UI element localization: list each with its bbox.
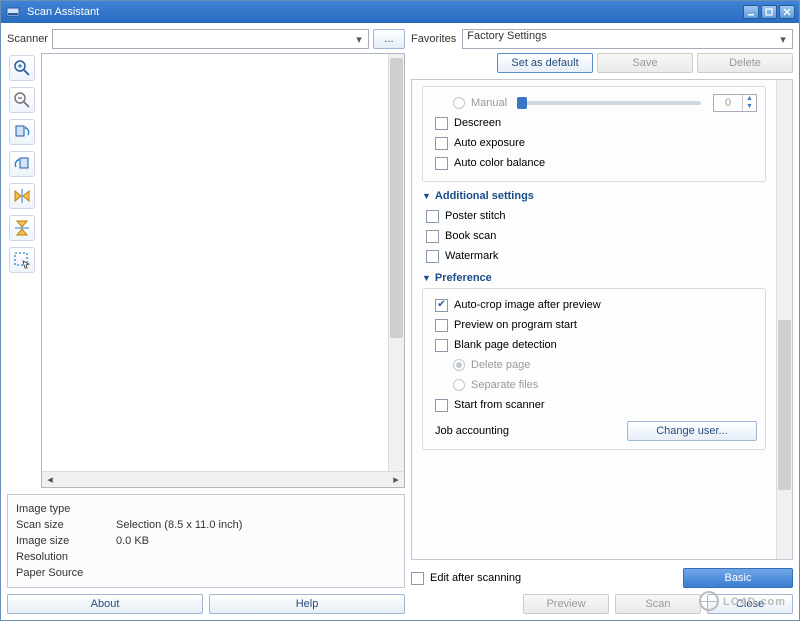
select-area-button[interactable] xyxy=(9,247,35,273)
scanner-browse-button[interactable]: ... xyxy=(373,29,405,49)
blank-page-label: Blank page detection xyxy=(454,339,557,351)
auto-color-balance-label: Auto color balance xyxy=(454,157,545,169)
scanner-combo[interactable]: ▾ xyxy=(52,29,369,49)
preview-vertical-scrollbar[interactable] xyxy=(388,54,404,471)
info-image-type-label: Image type xyxy=(16,503,116,515)
descreen-label: Descreen xyxy=(454,117,501,129)
book-scan-checkbox[interactable] xyxy=(426,230,439,243)
maximize-button[interactable] xyxy=(761,5,777,19)
edit-after-scanning-checkbox[interactable] xyxy=(411,572,424,585)
favorites-value: Factory Settings xyxy=(467,30,546,42)
section-preference[interactable]: ▼Preference xyxy=(422,272,766,284)
delete-page-label: Delete page xyxy=(471,359,530,371)
settings-panel: Manual 0 ▲▼ Descreen Auto exposure Auto … xyxy=(411,79,793,560)
manual-label: Manual xyxy=(471,97,507,109)
auto-exposure-label: Auto exposure xyxy=(454,137,525,149)
auto-crop-label: Auto-crop image after preview xyxy=(454,299,601,311)
delete-button[interactable]: Delete xyxy=(697,53,793,73)
adjust-group: Manual 0 ▲▼ Descreen Auto exposure Auto … xyxy=(422,86,766,182)
poster-stitch-label: Poster stitch xyxy=(445,210,506,222)
right-pane: Favorites Factory Settings ▾ Set as defa… xyxy=(411,29,793,614)
window-title: Scan Assistant xyxy=(27,6,741,18)
triangle-down-icon: ▼ xyxy=(422,191,431,201)
preview-canvas[interactable] xyxy=(42,54,388,471)
separate-files-label: Separate files xyxy=(471,379,538,391)
poster-stitch-checkbox[interactable] xyxy=(426,210,439,223)
edit-after-scanning-label: Edit after scanning xyxy=(430,572,521,584)
rotate-right-button[interactable] xyxy=(9,151,35,177)
scroll-left-icon: ◂ xyxy=(42,473,58,486)
manual-value: 0 xyxy=(714,97,742,109)
auto-color-balance-checkbox[interactable] xyxy=(435,157,448,170)
delete-page-radio[interactable] xyxy=(453,359,465,371)
section-additional-settings[interactable]: ▼Additional settings xyxy=(422,190,766,202)
titlebar: Scan Assistant xyxy=(1,1,799,23)
scanner-label: Scanner xyxy=(7,33,48,45)
info-scan-size-value: Selection (8.5 x 11.0 inch) xyxy=(116,519,242,531)
book-scan-label: Book scan xyxy=(445,230,496,242)
info-resolution-label: Resolution xyxy=(16,551,116,563)
preview-horizontal-scrollbar[interactable]: ◂ ▸ xyxy=(42,471,404,487)
preview-area: ◂ ▸ xyxy=(41,53,405,488)
change-user-button[interactable]: Change user... xyxy=(627,421,757,441)
start-from-scanner-label: Start from scanner xyxy=(454,399,544,411)
zoom-out-button[interactable] xyxy=(9,87,35,113)
close-app-button[interactable]: Close xyxy=(707,594,793,614)
manual-radio[interactable] xyxy=(453,97,465,109)
manual-slider[interactable] xyxy=(519,101,701,105)
scroll-right-icon: ▸ xyxy=(388,473,404,486)
close-button[interactable] xyxy=(779,5,795,19)
auto-crop-checkbox[interactable] xyxy=(435,299,448,312)
settings-scrollbar[interactable] xyxy=(776,80,792,559)
start-from-scanner-checkbox[interactable] xyxy=(435,399,448,412)
about-button[interactable]: About xyxy=(7,594,203,614)
info-scan-size-label: Scan size xyxy=(16,519,116,531)
tool-column xyxy=(7,53,37,488)
rotate-left-button[interactable] xyxy=(9,119,35,145)
favorites-label: Favorites xyxy=(411,33,456,45)
help-button[interactable]: Help xyxy=(209,594,405,614)
info-image-size-label: Image size xyxy=(16,535,116,547)
separate-files-radio[interactable] xyxy=(453,379,465,391)
auto-exposure-checkbox[interactable] xyxy=(435,137,448,150)
scan-button[interactable]: Scan xyxy=(615,594,701,614)
chevron-down-icon: ▾ xyxy=(352,32,366,46)
descreen-checkbox[interactable] xyxy=(435,117,448,130)
spin-up-icon[interactable]: ▲ xyxy=(743,95,756,103)
info-paper-source-label: Paper Source xyxy=(16,567,116,579)
preview-start-checkbox[interactable] xyxy=(435,319,448,332)
mirror-horizontal-button[interactable] xyxy=(9,183,35,209)
blank-page-checkbox[interactable] xyxy=(435,339,448,352)
preview-button[interactable]: Preview xyxy=(523,594,609,614)
info-panel: Image type Scan sizeSelection (8.5 x 11.… xyxy=(7,494,405,588)
app-window: Scan Assistant Scanner ▾ ... xyxy=(0,0,800,621)
preview-start-label: Preview on program start xyxy=(454,319,577,331)
content-area: Scanner ▾ ... xyxy=(1,23,799,620)
zoom-in-button[interactable] xyxy=(9,55,35,81)
manual-radio-row: Manual 0 ▲▼ xyxy=(453,93,757,113)
preference-group: Auto-crop image after preview Preview on… xyxy=(422,288,766,450)
app-icon xyxy=(5,4,21,20)
set-default-button[interactable]: Set as default xyxy=(497,53,593,73)
spin-down-icon[interactable]: ▼ xyxy=(743,103,756,111)
minimize-button[interactable] xyxy=(743,5,759,19)
left-pane: Scanner ▾ ... xyxy=(7,29,405,614)
info-image-size-value: 0.0 KB xyxy=(116,535,149,547)
chevron-down-icon: ▾ xyxy=(776,32,790,46)
manual-spin[interactable]: 0 ▲▼ xyxy=(713,94,757,112)
mirror-vertical-button[interactable] xyxy=(9,215,35,241)
watermark-checkbox[interactable] xyxy=(426,250,439,263)
job-accounting-label: Job accounting xyxy=(435,425,509,437)
favorites-combo[interactable]: Factory Settings ▾ xyxy=(462,29,793,49)
triangle-down-icon: ▼ xyxy=(422,273,431,283)
basic-mode-button[interactable]: Basic xyxy=(683,568,793,588)
watermark-label: Watermark xyxy=(445,250,498,262)
save-button[interactable]: Save xyxy=(597,53,693,73)
